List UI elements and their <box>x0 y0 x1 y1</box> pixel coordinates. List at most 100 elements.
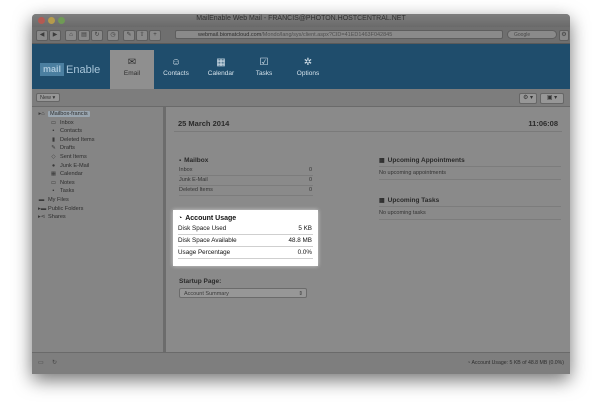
user-menu-button[interactable]: ▣ ▾ <box>540 93 564 104</box>
mailbox-row[interactable]: Inbox 0 <box>179 166 313 176</box>
sidebar-item-mailbox-francis[interactable]: ▸⌂ Mailbox-francis <box>32 110 163 119</box>
sidebar-item-label: Shares <box>48 214 66 221</box>
mailbox-row-label: Junk E-Mail <box>179 177 208 183</box>
sidebar-item-junk-e-mail[interactable]: ● Junk E-Mail <box>32 162 163 171</box>
drafts-icon: ✎ <box>51 145 56 152</box>
sidebar-item-public-folders[interactable]: ▸▬ Public Folders <box>32 205 163 214</box>
clipboard-icon: ☑ <box>259 57 269 68</box>
shares-icon: ▸⋖ <box>38 214 46 221</box>
nav-tab-options[interactable]: ✲ Options <box>286 50 330 89</box>
mailbox-row-count: 0 <box>308 187 312 193</box>
usage-row-value: 5 KB <box>298 225 312 232</box>
sync-icon[interactable]: ▭ <box>38 359 44 366</box>
junk-icon: ● <box>51 162 56 169</box>
startup-page-label: Startup Page: <box>179 278 222 285</box>
dashboard: 25 March 2014 11:06:08 ▪ Mailbox Inbox 0 Ju… <box>166 107 570 352</box>
clipboard-icon: ▦ <box>379 198 385 204</box>
nav-tab-label: Contacts <box>163 70 189 77</box>
title-bar: MailEnable Web Mail - FRANCIS@PHOTON.HOS… <box>32 14 570 27</box>
tasks-icon: ▪ <box>52 188 55 195</box>
mailbox-row[interactable]: Deleted Items 0 <box>179 186 313 196</box>
sidebar-item-tasks[interactable]: ▪ Tasks <box>32 187 163 196</box>
sidebar-item-label: Public Folders <box>48 205 84 212</box>
nav-tab-label: Tasks <box>255 70 273 77</box>
refresh-icon[interactable]: ↻ <box>52 359 57 366</box>
mailbox-row[interactable]: Junk E-Mail 0 <box>179 176 313 186</box>
divider <box>379 219 561 220</box>
usage-row: Usage Percentage 0.0% <box>178 247 313 259</box>
envelope-icon: ✉ <box>127 57 137 68</box>
usage-row-label: Disk Space Available <box>178 237 237 244</box>
sidebar-item-label: My Files <box>48 196 69 203</box>
sidebar-item-inbox[interactable]: ▭ Inbox <box>32 119 163 128</box>
nav-tab-contacts[interactable]: ☺ Contacts <box>154 50 198 89</box>
select-arrows-icon: ⇕ <box>298 291 303 297</box>
sidebar-item-sent-items[interactable]: ◇ Sent Items <box>32 153 163 162</box>
sidebar-item-label: Mailbox-francis <box>48 111 90 117</box>
divider <box>174 131 562 132</box>
sidebar-item-notes[interactable]: ▭ Notes <box>32 179 163 188</box>
tasks-heading: ▦ Upcoming Tasks <box>379 197 440 204</box>
sidebar-item-label: Inbox <box>60 119 74 126</box>
home-icon[interactable]: ⌂ <box>65 30 77 41</box>
calendar-icon: ▦ <box>216 57 226 68</box>
usage-row: Disk Space Available 48.8 MB <box>178 235 313 247</box>
folder-icon: ▬ <box>38 196 45 203</box>
current-date: 25 March 2014 <box>178 119 230 128</box>
sidebar-item-deleted-items[interactable]: ▮ Deleted Items <box>32 136 163 145</box>
divider <box>379 166 561 167</box>
nav-tab-tasks[interactable]: ☑ Tasks <box>242 50 286 89</box>
settings-menu-button[interactable]: ⚙ ▾ <box>519 93 537 104</box>
sidebar-item-shares[interactable]: ▸⋖ Shares <box>32 213 163 222</box>
sidebar-item-calendar[interactable]: ▦ Calendar <box>32 170 163 179</box>
current-time: 11:06:08 <box>528 119 558 128</box>
sidebar-item-contacts[interactable]: ▪ Contacts <box>32 127 163 136</box>
startup-page-select[interactable]: Account Summary ⇕ <box>179 288 307 298</box>
usage-row-label: Usage Percentage <box>178 249 231 256</box>
tools-icon[interactable]: ✎ <box>123 30 135 41</box>
bookmarks-icon[interactable]: ▤ <box>78 30 90 41</box>
mailbox-row-count: 0 <box>308 177 312 183</box>
account-usage-status: ◔ Account Usage: 5 KB of 48.8 MB (0.0%) <box>467 360 564 366</box>
trash-icon: ▮ <box>51 136 56 143</box>
reload-icon[interactable]: ↻ <box>91 30 103 41</box>
sidebar-item-drafts[interactable]: ✎ Drafts <box>32 144 163 153</box>
account-usage-panel: ◔ Account Usage Disk Space Used 5 KB Disk S… <box>173 210 318 266</box>
browser-toolbar: ◀ ▶ ⌂ ▤ ↻ ◷ ✎ ⇧ + webmail.biomatcloud.co… <box>32 27 570 44</box>
mailbox-row-label: Deleted Items <box>179 187 213 193</box>
nav-tab-calendar[interactable]: ▦ Calendar <box>199 50 243 89</box>
history-icon[interactable]: ◷ <box>107 30 119 41</box>
action-bar: New ▾ ⚙ ▾ ▣ ▾ <box>32 89 570 107</box>
nav-tab-label: Email <box>123 70 141 77</box>
sidebar-item-my-files[interactable]: ▬ My Files <box>32 196 163 205</box>
divider <box>379 206 561 207</box>
browser-settings-icon[interactable]: ⚙ <box>559 30 569 41</box>
gear-icon: ✲ <box>303 57 313 68</box>
sidebar-item-label: Junk E-Mail <box>60 162 90 169</box>
mailbox-heading: ▪ Mailbox <box>179 157 209 164</box>
search-field[interactable]: Google <box>507 30 557 39</box>
account-usage-heading: ◔ Account Usage <box>178 215 237 222</box>
tabs-icon[interactable]: + <box>149 30 161 41</box>
person-icon: ☺ <box>170 57 182 68</box>
sidebar-item-label: Contacts <box>60 128 83 135</box>
inbox-icon: ▭ <box>50 119 57 126</box>
share-icon[interactable]: ⇧ <box>136 30 148 41</box>
usage-row-value: 48.8 MB <box>288 237 312 244</box>
mailbox-row-label: Inbox <box>179 167 193 173</box>
address-bar[interactable]: webmail.biomatcloud.com/Mondo/lang/sys/c… <box>175 30 503 39</box>
new-button[interactable]: New ▾ <box>36 93 60 102</box>
folder-sidebar: ▸⌂ Mailbox-francis ▭ Inbox ▪ Contacts ▮ Deleted… <box>32 107 166 352</box>
sidebar-item-label: Calendar <box>60 171 83 178</box>
nav-tab-email[interactable]: ✉ Email <box>110 50 154 89</box>
url-path: /Mondo/lang/sys/client.aspx?CID=41ED1463… <box>261 32 393 38</box>
tasks-empty-text: No upcoming tasks <box>379 210 426 216</box>
mailbox-icon: ▪ <box>179 158 182 164</box>
url-domain: webmail.biomatcloud.com <box>198 32 262 38</box>
notes-icon: ▭ <box>50 179 57 186</box>
contacts-icon: ▪ <box>52 128 55 135</box>
usage-row-label: Disk Space Used <box>178 225 227 232</box>
status-bar: ▭ ↻ ◔ Account Usage: 5 KB of 48.8 MB (0.… <box>32 352 570 374</box>
forward-button[interactable]: ▶ <box>49 30 61 41</box>
back-button[interactable]: ◀ <box>36 30 48 41</box>
